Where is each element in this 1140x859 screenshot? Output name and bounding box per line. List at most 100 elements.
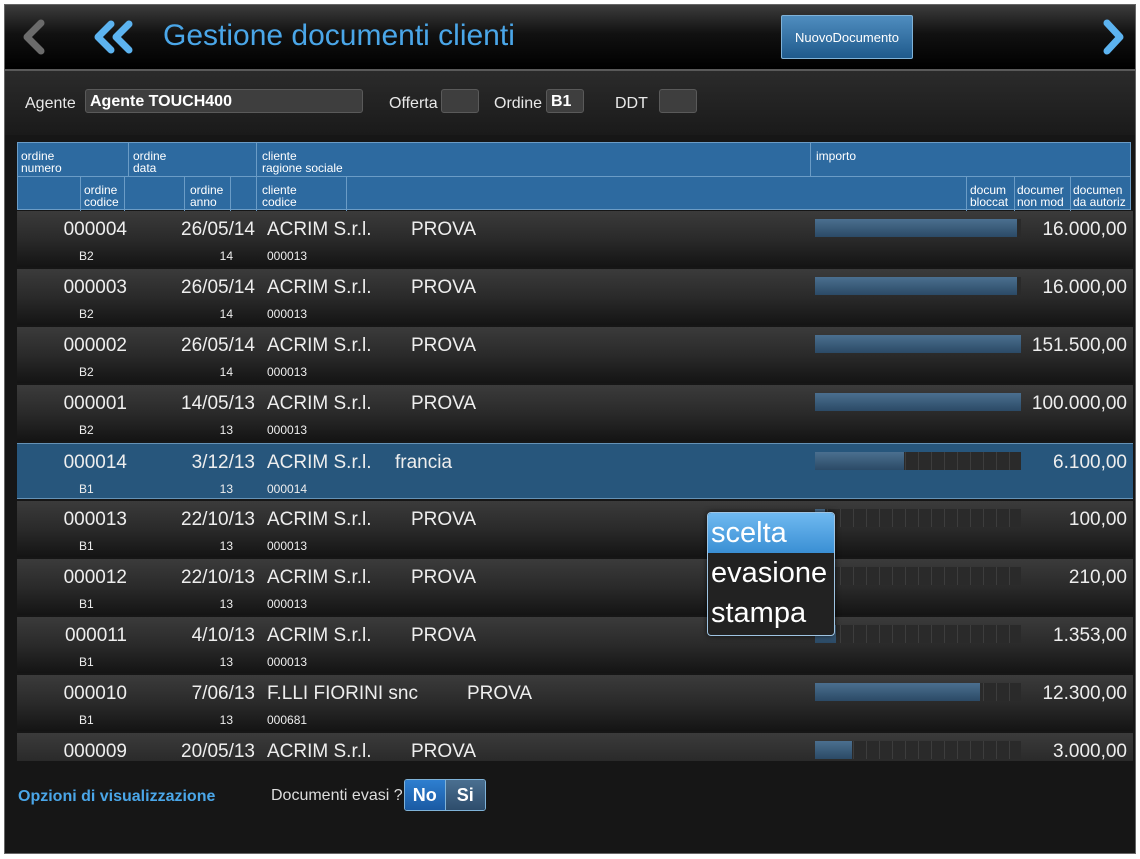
documenti-evasi-label: Documenti evasi ? bbox=[271, 787, 403, 804]
table-row[interactable]: 000001 14/05/13 ACRIM S.r.l. PROVA B2 13 00001… bbox=[17, 385, 1133, 441]
table-row[interactable]: 000003 26/05/14 ACRIM S.r.l. PROVA B2 14 00001… bbox=[17, 269, 1133, 325]
table-row[interactable]: 00000920/05/13ACRIM S.r.l.PROVAB11300001… bbox=[17, 733, 1133, 761]
menu-item-scelta[interactable]: scelta bbox=[708, 513, 834, 553]
table-row[interactable]: 000014 3/12/13 ACRIM S.r.l. francia B1 13 0000… bbox=[17, 443, 1133, 499]
col-label: numero bbox=[21, 161, 62, 175]
table-row[interactable]: 000012 22/10/13 ACRIM S.r.l. PROVA B1 13 00001… bbox=[17, 559, 1133, 615]
ordine-data: 20/05/13 bbox=[181, 741, 255, 761]
col-ordine-data[interactable]: ordine data bbox=[133, 150, 166, 174]
table-row[interactable]: 000011 4/10/13 ACRIM S.r.l. PROVA B1 13 000013… bbox=[17, 617, 1133, 673]
col-cliente-codice[interactable]: cliente codice bbox=[262, 184, 297, 208]
cliente-codice: 000013 bbox=[267, 655, 308, 669]
double-chevron-left-icon[interactable] bbox=[91, 19, 137, 55]
display-options-link[interactable]: Opzioni di visualizzazione bbox=[18, 788, 215, 806]
ordine-numero: 000013 bbox=[63, 509, 127, 530]
col-cliente-ragione-sociale[interactable]: cliente ragione sociale bbox=[262, 150, 343, 174]
table-header: ordine numero ordine data cliente ragion… bbox=[17, 142, 1131, 211]
cliente-codice: 000014 bbox=[267, 482, 308, 496]
ordine-data: 14/05/13 bbox=[181, 393, 255, 414]
app-frame: Gestione documenti clienti NuovoDocument… bbox=[4, 4, 1136, 854]
title-bar: Gestione documenti clienti NuovoDocument… bbox=[5, 5, 1135, 71]
toggle-no[interactable]: No bbox=[405, 780, 445, 810]
importo-bar bbox=[815, 625, 1021, 643]
ordine-numero: 000004 bbox=[63, 219, 127, 240]
menu-item-evasione[interactable]: evasione bbox=[708, 553, 834, 593]
table-row[interactable]: 000002 26/05/14 ACRIM S.r.l. PROVA B2 14 00001… bbox=[17, 327, 1133, 383]
importo-bar bbox=[815, 393, 1021, 411]
cliente-codice: 000681 bbox=[267, 713, 308, 727]
col-importo[interactable]: importo bbox=[816, 150, 856, 162]
filter-bar: Agente Agente TOUCH400 Offerta Ordine B1… bbox=[5, 71, 1135, 135]
ordine-anno: 13 bbox=[219, 482, 233, 496]
importo: 210,00 bbox=[1068, 567, 1127, 588]
importo: 12.300,00 bbox=[1042, 683, 1127, 704]
context-menu: scelta evasione stampa bbox=[707, 512, 835, 636]
ordine-field[interactable]: B1 bbox=[546, 89, 584, 113]
ordine-data: 4/10/13 bbox=[191, 625, 255, 646]
cliente-ragione-sociale: ACRIM S.r.l. bbox=[267, 452, 372, 473]
new-document-button[interactable]: NuovoDocumento bbox=[781, 15, 913, 59]
table-row[interactable]: 000010 7/06/13 F.LLI FIORINI snc PROVA B1 13 0… bbox=[17, 675, 1133, 731]
importo-bar bbox=[815, 683, 1021, 701]
col-label: codice bbox=[262, 195, 297, 209]
ddt-field[interactable] bbox=[659, 89, 697, 113]
col-documenti-non-modificabili[interactable]: documer non mod bbox=[1017, 184, 1070, 208]
importo-bar-fill bbox=[815, 741, 853, 759]
ordine-data: 26/05/14 bbox=[181, 277, 255, 298]
importo: 1.353,00 bbox=[1053, 625, 1127, 646]
table-row[interactable]: 000013 22/10/13 ACRIM S.r.l. PROVA B1 13 00001… bbox=[17, 501, 1133, 557]
col-documenti-da-autorizzare[interactable]: documen da autoriz bbox=[1073, 184, 1130, 208]
ordine-codice: B2 bbox=[79, 365, 94, 379]
cliente-ragione-sociale: ACRIM S.r.l. bbox=[267, 393, 372, 414]
chevron-left-icon[interactable] bbox=[19, 19, 47, 55]
importo: 100,00 bbox=[1068, 509, 1127, 530]
col-ordine-anno[interactable]: ordine anno bbox=[190, 184, 223, 208]
importo: 16.000,00 bbox=[1042, 277, 1127, 298]
col-label: non mod bbox=[1017, 195, 1064, 208]
importo-bar bbox=[815, 219, 1021, 237]
destinazione: PROVA bbox=[411, 393, 477, 414]
col-ordine-codice[interactable]: ordine codice bbox=[84, 184, 119, 208]
offerta-field[interactable] bbox=[441, 89, 479, 113]
importo-bar-fill bbox=[815, 683, 980, 701]
importo: 100.000,00 bbox=[1031, 393, 1127, 414]
importo-bar-fill bbox=[815, 277, 1017, 295]
agente-field[interactable]: Agente TOUCH400 bbox=[85, 89, 363, 113]
cliente-codice: 000013 bbox=[267, 249, 308, 263]
ordine-numero: 000012 bbox=[63, 567, 127, 588]
header-divider bbox=[80, 176, 81, 211]
cliente-ragione-sociale: ACRIM S.r.l. bbox=[267, 741, 372, 761]
ordine-numero: 000011 bbox=[65, 625, 127, 646]
cliente-ragione-sociale: ACRIM S.r.l. bbox=[267, 277, 372, 298]
cliente-codice: 000013 bbox=[267, 307, 308, 321]
ordine-codice: B1 bbox=[79, 655, 94, 669]
importo-bar bbox=[815, 335, 1021, 353]
table-row[interactable]: 000004 26/05/14 ACRIM S.r.l. PROVA B2 14 00001… bbox=[17, 211, 1133, 267]
toggle-si[interactable]: Si bbox=[444, 780, 485, 810]
document-list[interactable]: 000004 26/05/14 ACRIM S.r.l. PROVA B2 14 00001… bbox=[17, 211, 1133, 761]
cliente-ragione-sociale: ACRIM S.r.l. bbox=[267, 625, 372, 646]
ordine-codice: B1 bbox=[79, 539, 94, 553]
destinazione: PROVA bbox=[411, 567, 477, 588]
header-divider bbox=[1014, 176, 1015, 211]
ordine-anno: 13 bbox=[219, 539, 233, 553]
offerta-label: Offerta bbox=[389, 95, 438, 112]
ordine-codice: B2 bbox=[79, 249, 94, 263]
destinazione: PROVA bbox=[411, 335, 477, 356]
cliente-codice: 000013 bbox=[267, 597, 308, 611]
ordine-label: Ordine bbox=[494, 95, 543, 112]
chevron-right-icon[interactable] bbox=[1099, 19, 1127, 55]
col-label: data bbox=[133, 161, 157, 175]
agente-label: Agente bbox=[25, 95, 76, 112]
menu-item-stampa[interactable]: stampa bbox=[708, 593, 834, 633]
footer: Opzioni di visualizzazione Documenti eva… bbox=[5, 761, 1135, 853]
col-documenti-bloccati[interactable]: docum bloccat bbox=[970, 184, 1014, 208]
col-ordine-numero[interactable]: ordine numero bbox=[21, 150, 62, 174]
ordine-anno: 14 bbox=[219, 365, 233, 379]
importo-bar bbox=[815, 277, 1021, 295]
ordine-numero: 000003 bbox=[63, 277, 127, 298]
header-divider bbox=[184, 176, 185, 211]
ordine-data: 26/05/14 bbox=[181, 335, 255, 356]
importo-bar bbox=[815, 741, 1021, 759]
destinazione: PROVA bbox=[411, 219, 477, 240]
